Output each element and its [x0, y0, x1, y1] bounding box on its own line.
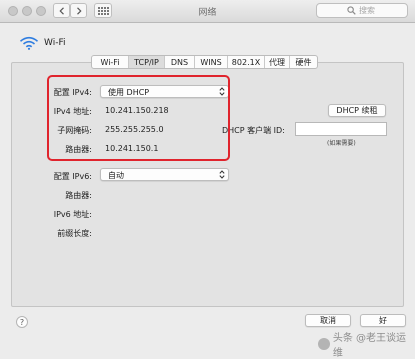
title-bar: 网络 搜索: [0, 0, 415, 23]
cancel-button[interactable]: 取消: [305, 314, 351, 327]
wifi-icon: [19, 36, 39, 50]
dhcp-client-id-field[interactable]: [295, 122, 387, 136]
network-preferences-window: 网络 搜索 Wi-Fi Wi-Fi TCP/IP DNS WINS 802.1X…: [0, 0, 415, 359]
tab-tcp-ip[interactable]: TCP/IP: [129, 56, 165, 68]
highlight-box: [47, 75, 230, 161]
tab-proxies[interactable]: 代理: [265, 56, 290, 68]
configure-ipv6-label: 配置 IPv6:: [53, 172, 92, 181]
tab-hardware[interactable]: 硬件: [290, 56, 317, 68]
watermark-logo-icon: [318, 338, 330, 350]
search-icon: [347, 6, 356, 15]
dhcp-client-id-hint: (如果需要): [327, 140, 356, 147]
configure-ipv6-value: 自动: [108, 171, 124, 180]
configure-ipv6-select[interactable]: 自动: [100, 168, 229, 181]
chevron-up-down-icon: [219, 170, 225, 179]
tab-802-1x[interactable]: 802.1X: [228, 56, 265, 68]
tab-wifi[interactable]: Wi-Fi: [92, 56, 129, 68]
dhcp-renew-button[interactable]: DHCP 续租: [328, 104, 386, 117]
search-input[interactable]: 搜索: [316, 3, 408, 18]
ipv6-router-label: 路由器:: [65, 191, 92, 200]
watermark-text: 头条 @老王谈运维: [332, 333, 407, 359]
watermark: 头条 @老王谈运维: [318, 329, 415, 359]
tab-bar: Wi-Fi TCP/IP DNS WINS 802.1X 代理 硬件: [91, 55, 318, 69]
interface-name: Wi-Fi: [44, 38, 66, 48]
prefix-length-label: 前缀长度:: [57, 229, 92, 238]
help-button[interactable]: ?: [16, 316, 28, 328]
dhcp-client-id-label: DHCP 客户端 ID:: [222, 126, 285, 135]
tab-dns[interactable]: DNS: [165, 56, 195, 68]
tab-wins[interactable]: WINS: [195, 56, 228, 68]
ok-button[interactable]: 好: [360, 314, 406, 327]
ipv6-address-label: IPv6 地址:: [53, 210, 92, 219]
search-placeholder: 搜索: [359, 6, 375, 15]
